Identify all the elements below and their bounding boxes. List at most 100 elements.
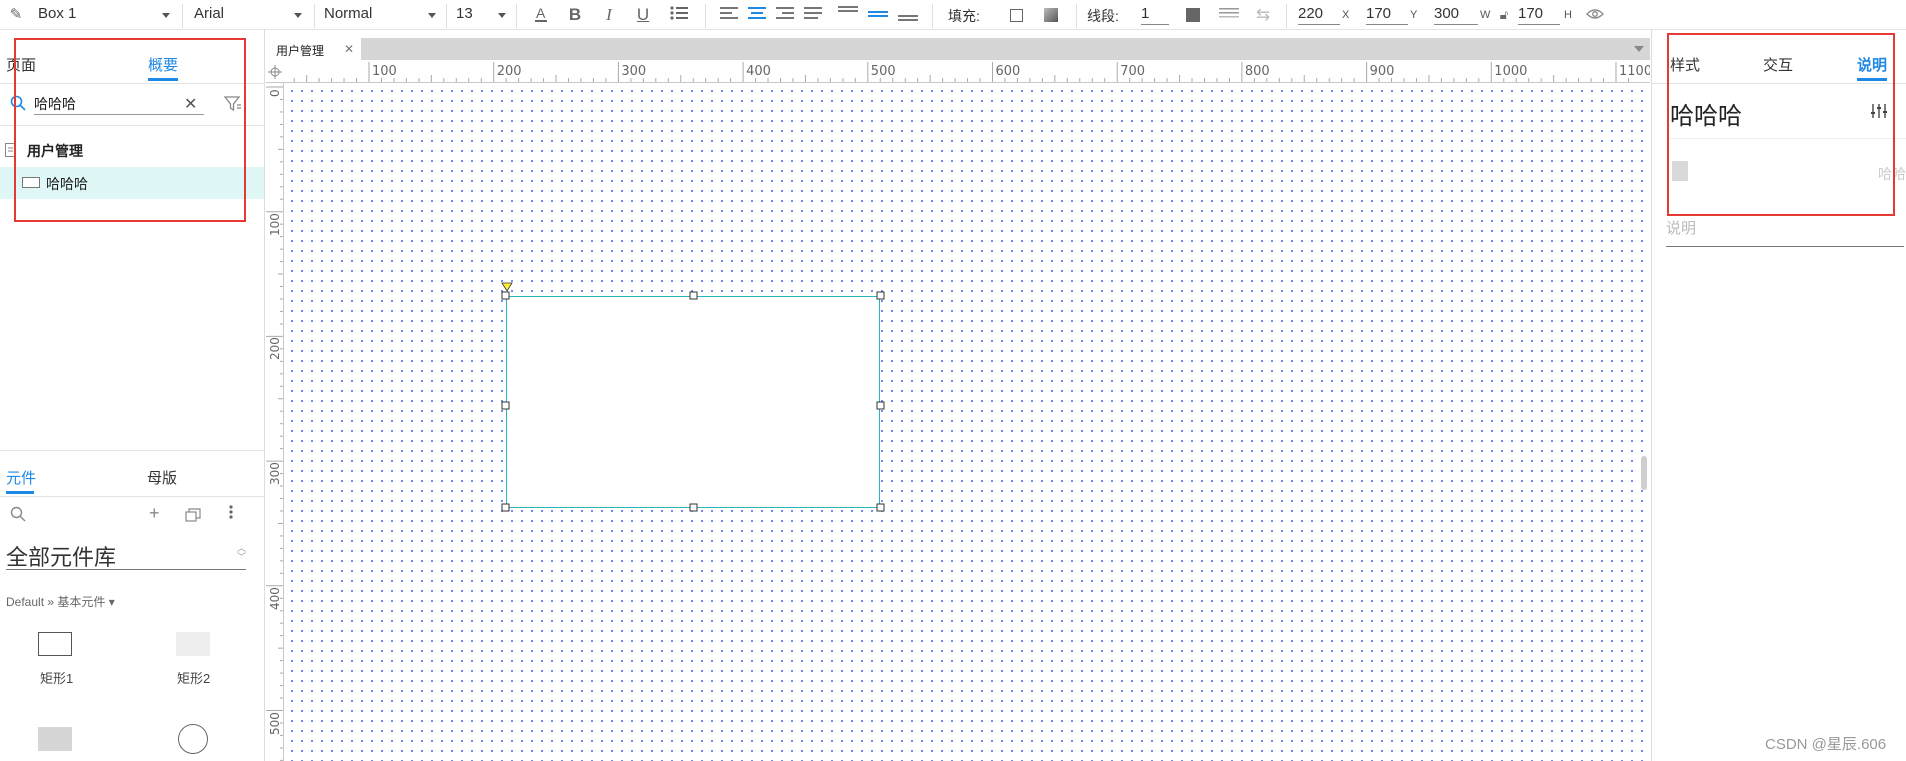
valign-top-icon[interactable] bbox=[836, 5, 860, 25]
canvas-grid[interactable] bbox=[285, 84, 1650, 761]
underline-icon[interactable]: U bbox=[633, 5, 653, 25]
tab-notes[interactable]: 说明 bbox=[1857, 54, 1887, 75]
align-center-icon[interactable] bbox=[746, 5, 768, 25]
align-right-icon[interactable] bbox=[774, 5, 796, 25]
font-size-select[interactable]: 13 bbox=[456, 3, 506, 25]
tab-style[interactable]: 样式 bbox=[1670, 54, 1700, 75]
search-value: 哈哈哈 bbox=[34, 96, 76, 112]
outline-item-label: 哈哈哈 bbox=[46, 176, 88, 192]
valign-bottom-icon[interactable] bbox=[896, 5, 920, 25]
italic-icon[interactable]: I bbox=[599, 5, 619, 25]
lock-icon[interactable]: 🔓︎ bbox=[1497, 5, 1511, 25]
ruler-top-label: 800 bbox=[1244, 64, 1270, 79]
edit-icon[interactable]: ✎ bbox=[6, 5, 26, 25]
note-input[interactable]: 说明 bbox=[1666, 217, 1904, 247]
active-tab-indicator bbox=[1857, 78, 1887, 81]
stroke-width-input[interactable]: 1 bbox=[1141, 3, 1169, 25]
chevron-down-icon bbox=[294, 13, 302, 18]
rectangle-icon bbox=[22, 177, 40, 188]
divider bbox=[0, 83, 265, 84]
selection-handles[interactable] bbox=[500, 280, 890, 515]
stroke-style-icon[interactable] bbox=[1218, 5, 1240, 25]
note-field-marker bbox=[1672, 161, 1688, 181]
outline-page-name[interactable]: 用户管理 bbox=[27, 141, 83, 161]
more-options-icon[interactable] bbox=[229, 504, 233, 520]
watermark: CSDN @星辰.606 bbox=[1765, 736, 1887, 753]
outline-item[interactable]: 哈哈哈 bbox=[0, 167, 264, 199]
font-size-value: 13 bbox=[456, 5, 473, 22]
toolbar: ✎ Box 1 Arial Normal 13 A B I U 填充: 线段: … bbox=[0, 0, 1906, 30]
clear-search-icon[interactable]: ✕ bbox=[184, 94, 197, 114]
tab-outline[interactable]: 概要 bbox=[148, 54, 178, 75]
align-justify-icon[interactable] bbox=[802, 5, 824, 25]
ruler-top-label: 900 bbox=[1369, 64, 1395, 79]
y-input[interactable]: 170 bbox=[1366, 3, 1408, 25]
font-family-value: Arial bbox=[194, 5, 225, 22]
ruler-left: 0 100 200 300 400 500 bbox=[266, 83, 284, 761]
shape-select[interactable]: Box 1 bbox=[38, 3, 170, 25]
divider bbox=[705, 4, 706, 28]
settings-sliders-icon[interactable] bbox=[1870, 102, 1888, 123]
widget-rectangle-1-thumb[interactable] bbox=[38, 632, 72, 656]
chevron-updown-icon: ︿ ﹀ bbox=[236, 543, 246, 562]
y-unit-label: Y bbox=[1410, 9, 1418, 21]
font-color-icon[interactable]: A bbox=[531, 5, 551, 25]
divider bbox=[182, 4, 183, 28]
filter-icon[interactable] bbox=[223, 96, 242, 115]
handle-bottom-left bbox=[501, 503, 510, 512]
align-left-icon[interactable] bbox=[718, 5, 740, 25]
stroke-label: 线段: bbox=[1087, 8, 1119, 24]
library-path[interactable]: Default » 基本元件 ▾ bbox=[6, 593, 115, 610]
close-icon[interactable]: ✕ bbox=[344, 42, 354, 56]
ruler-top-label: 700 bbox=[1120, 64, 1146, 79]
search-input[interactable]: 哈哈哈 bbox=[34, 93, 204, 115]
anchor-triangle-icon bbox=[501, 282, 513, 292]
tab-widgets[interactable]: 元件 bbox=[6, 467, 36, 488]
library-select-value: 全部元件库 bbox=[6, 545, 117, 570]
tabs-dropdown-icon[interactable] bbox=[1634, 46, 1644, 52]
width-input[interactable]: 300 bbox=[1434, 3, 1478, 25]
fill-color-swatch[interactable] bbox=[1010, 9, 1023, 22]
font-weight-select[interactable]: Normal bbox=[324, 3, 436, 25]
note-field-value[interactable]: 哈哈 bbox=[1878, 164, 1906, 184]
tab-interactions[interactable]: 交互 bbox=[1763, 54, 1793, 75]
chevron-down-icon bbox=[162, 13, 170, 18]
active-tab-indicator bbox=[148, 78, 178, 81]
stroke-color-swatch[interactable] bbox=[1186, 8, 1200, 22]
ruler-top-label: 1000 bbox=[1494, 64, 1528, 79]
arrow-style-icon[interactable]: ⇆ bbox=[1252, 5, 1274, 25]
search-icon[interactable] bbox=[10, 506, 26, 525]
document-tab[interactable]: 用户管理 ✕ bbox=[266, 38, 361, 60]
handle-middle-left bbox=[501, 401, 510, 410]
font-family-select[interactable]: Arial bbox=[194, 3, 302, 25]
tab-pages[interactable]: 页面 bbox=[6, 54, 36, 75]
widget-name[interactable]: 哈哈哈 bbox=[1670, 96, 1742, 131]
widget-image-thumb[interactable] bbox=[38, 727, 72, 751]
widget-rectangle-2-thumb[interactable] bbox=[176, 632, 210, 656]
x-input[interactable]: 220 bbox=[1298, 3, 1340, 25]
shadow-icon[interactable] bbox=[1044, 8, 1058, 22]
divider bbox=[1652, 83, 1906, 84]
handle-top-left bbox=[501, 291, 510, 300]
font-weight-value: Normal bbox=[324, 5, 373, 22]
add-library-icon[interactable]: + bbox=[149, 503, 160, 524]
ruler-left-label: 100 bbox=[268, 212, 282, 236]
active-tab-indicator bbox=[6, 491, 34, 494]
eye-icon[interactable] bbox=[1584, 5, 1606, 25]
bold-icon[interactable]: B bbox=[565, 5, 585, 25]
search-icon bbox=[10, 95, 26, 114]
page-icon bbox=[5, 143, 17, 160]
vertical-scrollbar[interactable] bbox=[1641, 456, 1647, 490]
widget-ellipse-thumb[interactable] bbox=[178, 724, 208, 754]
divider bbox=[0, 125, 265, 126]
ruler-top-label: 500 bbox=[870, 64, 896, 79]
bullet-list-icon[interactable] bbox=[668, 5, 690, 25]
chevron-down-icon bbox=[428, 13, 436, 18]
valign-middle-icon[interactable] bbox=[866, 5, 890, 25]
height-input[interactable]: 170 bbox=[1518, 3, 1560, 25]
library-select[interactable]: 全部元件库 ︿ ﹀ bbox=[6, 540, 246, 570]
ruler-top: 100 200 300 400 500 600 700 800 900 1000 1100 bbox=[266, 60, 1650, 83]
left-panel: 页面 概要 哈哈哈 ✕ 用户管理 哈哈哈 元件 母版 + 全部元件库 ︿ ﹀ De… bbox=[0, 30, 265, 761]
tab-masters[interactable]: 母版 bbox=[147, 467, 177, 488]
library-manage-icon[interactable] bbox=[185, 508, 201, 525]
